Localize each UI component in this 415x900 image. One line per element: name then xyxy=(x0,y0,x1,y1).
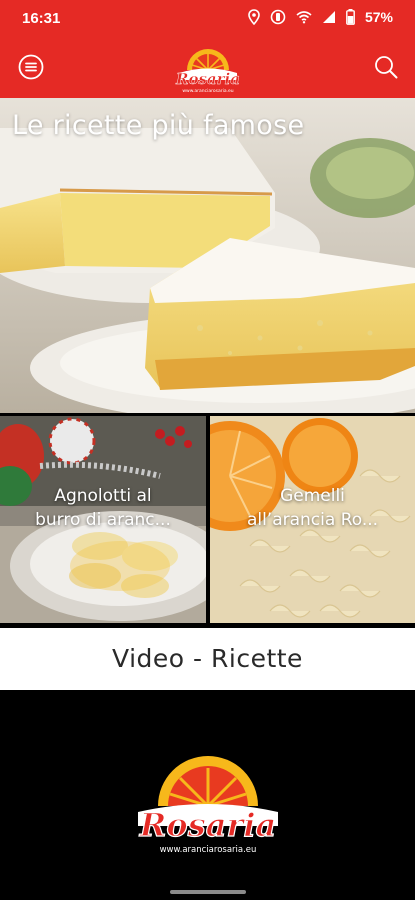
hero-banner-famous-recipes[interactable]: Le ricette più famose xyxy=(0,98,415,413)
video-recipes-button[interactable]: Video - Ricette xyxy=(0,628,415,690)
tile-caption-line2: all’arancia Ro... xyxy=(246,510,379,530)
app-bar: Rosaria www.aranciarosaria.eu xyxy=(0,38,415,98)
recipe-tile-gemelli[interactable]: Gemelli all’arancia Ro... xyxy=(210,416,415,623)
status-time: 16:31 xyxy=(22,10,61,27)
battery-icon xyxy=(346,9,355,25)
status-bar: 16:31 57% xyxy=(0,0,415,38)
cake-photo xyxy=(0,98,415,413)
tile-caption: Agnolotti al burro di aranc... xyxy=(0,484,206,532)
rosaria-logo-large: Rosaria www.aranciarosaria.eu xyxy=(138,756,278,855)
tile-caption-line1: Agnolotti al xyxy=(54,486,152,506)
footer-video-area: Rosaria www.aranciarosaria.eu xyxy=(0,690,415,900)
tile-caption: Gemelli all’arancia Ro... xyxy=(210,484,415,532)
tile-caption-line1: Gemelli xyxy=(280,486,345,506)
battery-percent: 57% xyxy=(364,9,393,25)
signal-icon xyxy=(322,11,335,23)
location-icon xyxy=(248,9,260,25)
vibrate-icon xyxy=(270,9,286,25)
svg-text:Rosaria: Rosaria xyxy=(139,806,276,844)
svg-text:www.aranciarosaria.eu: www.aranciarosaria.eu xyxy=(182,88,233,94)
status-icons: 57% xyxy=(248,9,393,25)
svg-text:www.aranciarosaria.eu: www.aranciarosaria.eu xyxy=(160,845,257,855)
hero-title: Le ricette più famose xyxy=(12,110,305,141)
svg-text:Rosaria: Rosaria xyxy=(175,70,240,88)
search-icon[interactable] xyxy=(373,54,399,80)
recipe-tile-agnolotti[interactable]: Agnolotti al burro di aranc... xyxy=(0,416,206,623)
tile-caption-line2: burro di aranc... xyxy=(35,510,171,530)
gesture-nav-handle[interactable] xyxy=(170,890,246,894)
menu-icon[interactable] xyxy=(18,54,44,80)
rosaria-logo[interactable]: Rosaria www.aranciarosaria.eu xyxy=(165,42,251,94)
wifi-icon xyxy=(296,11,312,24)
